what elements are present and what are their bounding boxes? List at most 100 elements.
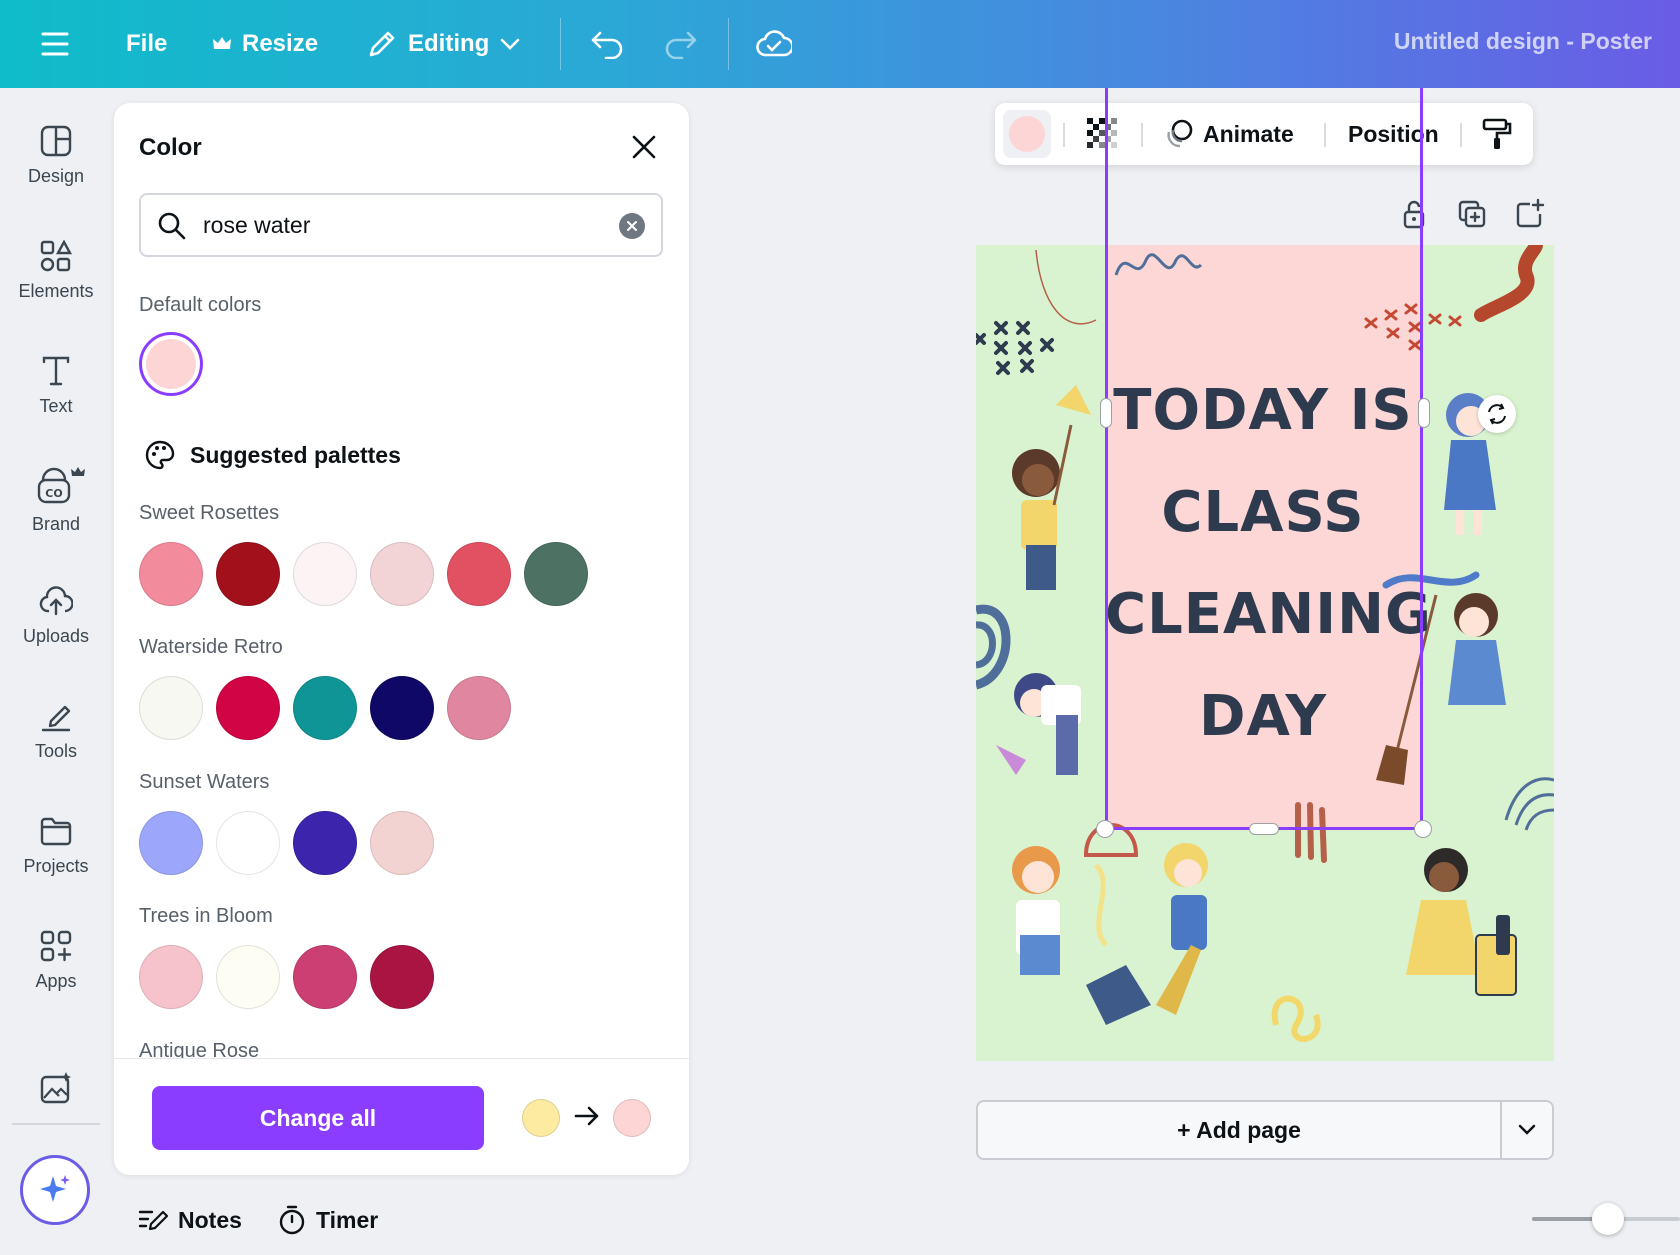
color-swatch[interactable] — [293, 945, 357, 1009]
palette-name: Sweet Rosettes — [139, 502, 280, 524]
color-swatch[interactable] — [216, 811, 280, 875]
pencil-icon — [369, 31, 395, 57]
sidebar-item-label: Text — [39, 396, 73, 416]
top-bar: File Resize Editing Untitled design - Po… — [0, 0, 1680, 88]
color-swatch[interactable] — [370, 542, 434, 606]
change-all-button[interactable]: Change all — [152, 1086, 484, 1150]
cloud-check-icon — [756, 30, 792, 57]
resize-handle-bottom-right[interactable] — [1414, 820, 1432, 838]
sidebar-item-tools[interactable]: Tools — [0, 699, 112, 799]
color-swatch[interactable] — [293, 811, 357, 875]
zoom-slider-thumb[interactable] — [1592, 1203, 1624, 1235]
doodle-line — [1035, 249, 1097, 325]
color-swatch[interactable] — [370, 676, 434, 740]
color-swatch[interactable] — [447, 676, 511, 740]
add-page-button[interactable]: + Add page — [978, 1102, 1500, 1158]
duplicate-page-icon[interactable] — [1456, 198, 1488, 230]
panel-footer: Change all — [114, 1058, 689, 1175]
color-search-input[interactable] — [203, 209, 603, 241]
chevron-down-icon — [1518, 1124, 1536, 1135]
fill-color-swatch — [1003, 110, 1051, 158]
color-swatch[interactable] — [139, 945, 203, 1009]
sidebar-item-text[interactable]: Text — [0, 354, 112, 454]
default-color-swatch[interactable] — [139, 332, 203, 396]
target-color-swatch — [613, 1099, 651, 1137]
magic-assistant-button[interactable] — [20, 1155, 90, 1225]
sidebar-divider — [12, 1123, 100, 1125]
menu-button[interactable] — [40, 22, 70, 66]
resize-label: Resize — [242, 30, 319, 57]
editing-label: Editing — [408, 30, 490, 57]
sidebar-item-brand[interactable]: CO Brand — [0, 466, 112, 566]
resize-handle-bottom-left[interactable] — [1096, 820, 1114, 838]
color-swatch[interactable] — [370, 811, 434, 875]
color-panel: Color Default colors Suggested palettes … — [114, 103, 689, 1175]
undo-button[interactable] — [590, 22, 624, 66]
color-swatch[interactable] — [447, 542, 511, 606]
resize-handle-bottom[interactable] — [1249, 823, 1279, 835]
sidebar-item-elements[interactable]: Elements — [0, 239, 112, 339]
hamburger-icon — [41, 32, 69, 56]
clear-search-button[interactable] — [619, 213, 645, 239]
resize-handle-left[interactable] — [1100, 398, 1112, 428]
sidebar-item-label: Apps — [35, 971, 77, 991]
panel-title: Color — [139, 134, 202, 161]
sidebar-item-label: Uploads — [22, 626, 90, 646]
clear-icon — [627, 221, 637, 231]
swatch-fill — [146, 339, 196, 389]
sidebar-item-apps[interactable]: Apps — [0, 929, 112, 1029]
sidebar-item-label: Brand — [31, 514, 81, 534]
child-figure-mid-left — [996, 673, 1081, 775]
color-swatch[interactable] — [524, 542, 588, 606]
child-figure-bottom-left — [1012, 846, 1151, 1025]
sidebar-item-magic-media[interactable] — [0, 1071, 112, 1121]
close-panel-button[interactable] — [626, 129, 662, 165]
color-swatch[interactable] — [293, 676, 357, 740]
sidebar-item-uploads[interactable]: Uploads — [0, 584, 112, 684]
svg-text:CO: CO — [45, 487, 62, 500]
redo-button[interactable] — [664, 22, 698, 66]
notes-icon — [138, 1210, 168, 1231]
sidebar-item-projects[interactable]: Projects — [0, 814, 112, 914]
color-swatch[interactable] — [216, 676, 280, 740]
resize-handle-right[interactable] — [1418, 398, 1430, 428]
color-swatch[interactable] — [216, 945, 280, 1009]
sidebar-item-label: Design — [27, 166, 85, 186]
apps-icon — [40, 930, 72, 962]
suggested-palettes-label: Suggested palettes — [190, 441, 401, 468]
cloud-save-button[interactable] — [756, 22, 792, 66]
undo-icon — [591, 31, 623, 59]
timer-label: Timer — [316, 1206, 379, 1233]
copy-style-button[interactable] — [1481, 103, 1513, 165]
palette-sunset-waters — [139, 811, 434, 875]
file-menu[interactable]: File — [126, 22, 167, 66]
toolbar-separator — [1063, 123, 1065, 147]
notes-button[interactable]: Notes — [138, 1200, 242, 1240]
timer-button[interactable]: Timer — [278, 1200, 378, 1240]
palette-sweet-rosettes — [139, 542, 588, 606]
paint-roller-icon — [1482, 118, 1512, 149]
toolbar-separator — [560, 18, 561, 70]
doodle-crosses-left — [976, 321, 1054, 375]
default-colors-label: Default colors — [139, 294, 262, 316]
rotate-handle[interactable] — [1478, 395, 1516, 433]
add-page-icon[interactable] — [1514, 198, 1546, 230]
color-swatch[interactable] — [139, 542, 203, 606]
sidebar-item-design[interactable]: Design — [0, 124, 112, 224]
color-swatch[interactable] — [370, 945, 434, 1009]
color-swatch[interactable] — [139, 811, 203, 875]
editing-mode-dropdown[interactable]: Editing — [366, 22, 521, 66]
add-page-dropdown[interactable] — [1502, 1102, 1552, 1158]
color-swatch[interactable] — [216, 542, 280, 606]
sidebar-item-label: Projects — [23, 856, 89, 876]
design-title[interactable]: Untitled design - Poster — [1394, 28, 1652, 55]
left-sidebar: Design Elements Text CO Brand Uploads To… — [0, 88, 112, 1255]
palette-name: Sunset Waters — [139, 771, 270, 793]
resize-button[interactable]: Resize — [212, 22, 318, 66]
child-figure-top-left — [1012, 385, 1091, 590]
color-swatch[interactable] — [293, 542, 357, 606]
close-icon — [632, 135, 656, 159]
color-swatch[interactable] — [139, 676, 203, 740]
brand-icon: CO — [37, 467, 85, 504]
fill-color-button[interactable] — [1003, 103, 1051, 165]
